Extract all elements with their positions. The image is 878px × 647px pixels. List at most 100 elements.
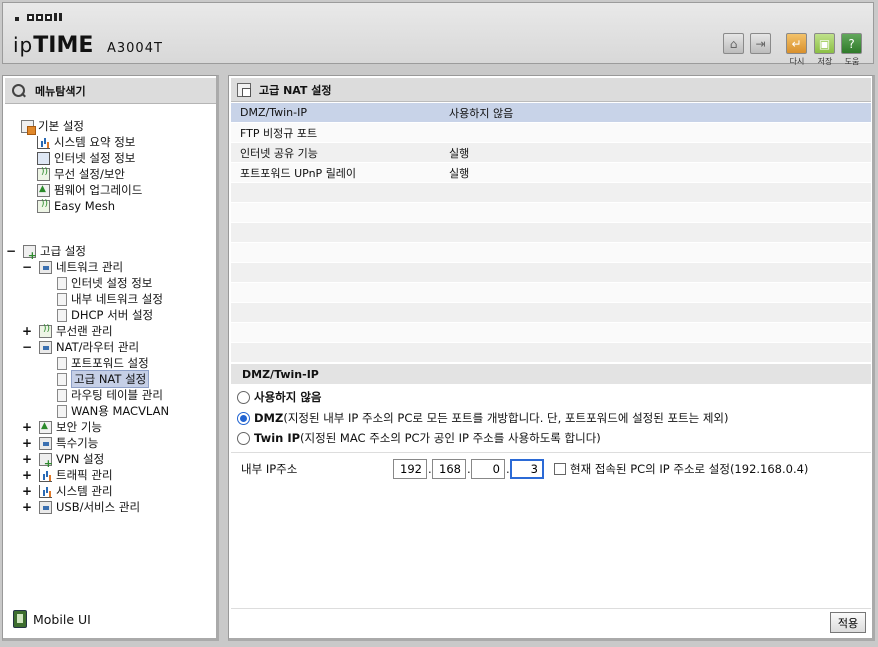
tree-wireless-management[interactable]: + 무선랜 관리 — [21, 323, 113, 339]
brand-logo-bold: TIME — [33, 33, 94, 58]
tree-item-label: 인터넷 설정 정보 — [71, 276, 153, 290]
mobile-ui-link[interactable]: Mobile UI — [13, 610, 91, 628]
header-bar: ipTIME A3004T ⌂ ⇥ ↵ 다시 ▣ 저장 ? 도움 — [2, 2, 874, 66]
expand-icon[interactable]: + — [21, 484, 33, 498]
folder-icon — [23, 244, 37, 262]
ip-dot: . — [467, 462, 471, 476]
wifi-icon — [37, 167, 50, 181]
menu-explorer-header: 메뉴탐색기 — [5, 78, 216, 104]
radio-dmz[interactable] — [237, 411, 250, 425]
tree-item-label: USB/서비스 관리 — [56, 500, 141, 514]
page-icon — [57, 356, 67, 370]
option-twin-label: Twin IP — [254, 431, 301, 445]
restart-button[interactable]: ↵ — [786, 33, 807, 54]
tree-system[interactable]: + 시스템 관리 — [21, 483, 113, 499]
usb-icon — [39, 500, 52, 514]
page-icon — [57, 292, 67, 306]
expand-icon[interactable]: + — [21, 324, 33, 338]
help-button[interactable]: ? — [841, 33, 862, 54]
expand-icon[interactable]: + — [21, 420, 33, 434]
collapse-icon[interactable]: − — [5, 244, 17, 258]
table-row[interactable]: 포트포워드 UPnP 릴레이 실행 — [231, 163, 871, 183]
tree-item-internet-setup[interactable]: 인터넷 설정 정보 — [57, 275, 152, 291]
logout-button[interactable]: ⇥ — [750, 33, 771, 54]
tree-nat-router[interactable]: − NAT/라우터 관리 — [21, 339, 139, 355]
option-dmz-label: DMZ — [254, 411, 284, 425]
tree-item-routing-table[interactable]: 라우팅 테이블 관리 — [57, 387, 163, 403]
ip-dot: . — [506, 462, 510, 476]
table-row[interactable]: FTP 비정규 포트 — [231, 123, 871, 143]
expand-icon[interactable]: + — [21, 452, 33, 466]
tree-basic-settings[interactable]: 기본 설정 — [9, 118, 84, 135]
tree-item-wan-macvlan[interactable]: WAN용 MACVLAN — [57, 403, 169, 419]
option-none-label: 사용하지 않음 — [254, 390, 322, 404]
phone-icon — [13, 610, 27, 628]
home-button[interactable]: ⌂ — [723, 33, 744, 54]
option-none[interactable]: 사용하지 않음 — [237, 388, 321, 406]
radio-none[interactable] — [237, 390, 250, 404]
page-icon — [57, 404, 67, 418]
model-name: A3004T — [107, 41, 163, 56]
tree-item-label: 펌웨어 업그레이드 — [54, 183, 143, 197]
tree-item-wireless-security[interactable]: 무선 설정/보안 — [37, 166, 125, 182]
tree-item-internet-info[interactable]: 인터넷 설정 정보 — [37, 150, 135, 166]
option-twin-desc: (지정된 MAC 주소의 PC가 공인 IP 주소를 사용하도록 합니다) — [300, 431, 601, 445]
tree-item-dhcp-server[interactable]: DHCP 서버 설정 — [57, 307, 153, 323]
option-dmz[interactable]: DMZ (지정된 내부 IP 주소의 PC로 모든 포트를 개방합니다. 단, … — [237, 409, 729, 427]
expand-icon[interactable]: + — [21, 468, 33, 482]
expand-icon[interactable]: + — [21, 436, 33, 450]
apply-button[interactable]: 적용 — [830, 612, 866, 633]
tree-traffic[interactable]: + 트래픽 관리 — [21, 467, 113, 483]
save-label: 저장 — [817, 57, 833, 66]
ip-octet-2[interactable] — [432, 459, 466, 479]
tree-item-label: DHCP 서버 설정 — [71, 308, 154, 322]
restart-icon: ↵ — [791, 36, 802, 51]
tree-vpn[interactable]: + VPN 설정 — [21, 451, 104, 470]
tree-item-lan-setup[interactable]: 내부 네트워크 설정 — [57, 291, 163, 307]
content-header: 고급 NAT 설정 — [231, 78, 871, 102]
expand-icon[interactable]: + — [21, 500, 33, 514]
monitor-icon — [37, 151, 50, 165]
internal-ip-label: 내부 IP주소 — [241, 462, 298, 476]
use-current-pc-checkbox[interactable] — [554, 463, 566, 475]
save-icon: ▣ — [818, 36, 831, 51]
tree-security[interactable]: + 보안 기능 — [21, 419, 102, 435]
router-icon — [39, 340, 52, 354]
ip-octet-4[interactable] — [510, 459, 544, 479]
logo-mark — [15, 13, 62, 21]
tree-advanced-settings[interactable]: − 고급 설정 — [5, 243, 86, 262]
tree-item-firmware-upgrade[interactable]: 펌웨어 업그레이드 — [37, 182, 142, 198]
row-value: 실행 — [449, 146, 470, 160]
tree-item-label: 무선랜 관리 — [56, 324, 113, 338]
empty-row — [231, 223, 871, 243]
tree-network-management[interactable]: − 네트워크 관리 — [21, 259, 123, 275]
tree-item-label: 특수기능 — [56, 436, 99, 450]
tree-item-port-forward[interactable]: 포트포워드 설정 — [57, 355, 149, 371]
tree-item-label: 인터넷 설정 정보 — [54, 151, 136, 165]
tree-item-system-summary[interactable]: 시스템 요약 정보 — [37, 134, 135, 150]
collapse-icon[interactable]: − — [21, 260, 33, 274]
folder-icon — [21, 119, 36, 135]
row-value: 실행 — [449, 166, 470, 180]
table-row[interactable]: 인터넷 공유 기능 실행 — [231, 143, 871, 163]
menu-explorer: 메뉴탐색기 기본 설정 시스템 요약 정보 인터넷 설정 정보 무선 설정/보안… — [2, 75, 219, 641]
footer-divider — [231, 608, 871, 609]
row-key: 인터넷 공유 기능 — [240, 146, 318, 160]
page-icon — [57, 308, 67, 322]
option-twin-ip[interactable]: Twin IP (지정된 MAC 주소의 PC가 공인 IP 주소를 사용하도록… — [237, 429, 601, 447]
radio-twin-ip[interactable] — [237, 431, 250, 445]
tree-item-easy-mesh[interactable]: Easy Mesh — [37, 198, 115, 214]
collapse-icon[interactable]: − — [21, 340, 33, 354]
empty-row — [231, 323, 871, 343]
tree-item-label: 시스템 관리 — [56, 484, 113, 498]
table-row[interactable]: DMZ/Twin-IP 사용하지 않음 — [231, 103, 871, 123]
empty-row — [231, 303, 871, 323]
lock-icon — [39, 420, 52, 434]
ip-octet-1[interactable] — [393, 459, 427, 479]
tree-item-label-selected: 고급 NAT 설정 — [71, 370, 150, 388]
save-button[interactable]: ▣ — [814, 33, 835, 54]
tree-special[interactable]: + 특수기능 — [21, 435, 98, 451]
tree-usb-service[interactable]: + USB/서비스 관리 — [21, 499, 140, 515]
tree-item-advanced-nat[interactable]: 고급 NAT 설정 — [57, 370, 150, 388]
ip-octet-3[interactable] — [471, 459, 505, 479]
